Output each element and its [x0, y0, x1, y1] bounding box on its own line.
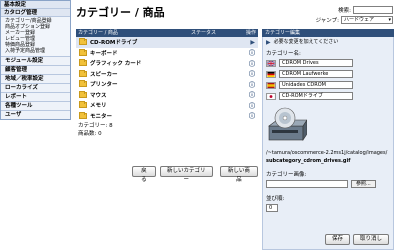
table-header: カテゴリー / 商品 ステータス 操作: [76, 29, 258, 37]
sidebar-item-tools[interactable]: 各種ツール: [1, 101, 70, 110]
jump-row: ジャンプ: ハードウェア: [309, 15, 393, 24]
germany-flag-icon: [266, 70, 276, 78]
table-row[interactable]: モニター ⓘ: [76, 111, 258, 122]
panel-title: カテゴリー編集: [262, 29, 394, 37]
sort-order-label: 並び順:: [266, 196, 285, 202]
table-row[interactable]: CD-ROMドライブ ▶: [76, 37, 258, 48]
info-icon[interactable]: ⓘ: [249, 59, 255, 68]
sidebar-item-users[interactable]: ユーザ: [1, 110, 70, 119]
sidebar-item-locations[interactable]: 地域／税率設定: [1, 74, 70, 83]
table-row[interactable]: メモリ ⓘ: [76, 100, 258, 111]
table-row[interactable]: グラフィック カード ⓘ: [76, 58, 258, 69]
sidebar: 基本設定 カタログ管理 カテゴリー/商品登録 商品オプション登録 メーカー登録 …: [0, 0, 71, 250]
image-file-input[interactable]: [266, 180, 348, 188]
row-label: スピーカー: [90, 71, 118, 78]
folder-icon: [79, 101, 87, 109]
category-name-es-input[interactable]: Unidades CDROM: [279, 81, 353, 89]
jump-label: ジャンプ:: [315, 17, 339, 24]
info-icon[interactable]: ⓘ: [249, 80, 255, 89]
category-table: カテゴリー / 商品 ステータス 操作 CD-ROMドライブ ▶ キーボード ⓘ…: [76, 29, 258, 183]
save-button[interactable]: 保存: [324, 234, 350, 245]
col-status: ステータス: [190, 30, 216, 36]
sidebar-catalog-links: カテゴリー/商品登録 商品オプション登録 メーカー登録 レビュー管理 特価商品登…: [1, 17, 70, 56]
row-label: メモリ: [90, 103, 107, 110]
info-icon[interactable]: ⓘ: [249, 48, 255, 57]
table-row[interactable]: マウス ⓘ: [76, 90, 258, 101]
folder-icon: [79, 69, 87, 77]
category-count: カテゴリー: 8: [78, 123, 113, 129]
jump-select[interactable]: ハードウェア: [341, 15, 393, 24]
row-label: キーボード: [90, 50, 118, 57]
lang-row-uk: CDROM Drives: [266, 58, 390, 68]
cancel-button[interactable]: 取り消し: [352, 234, 389, 245]
sidebar-group-basic[interactable]: 基本設定: [1, 1, 70, 9]
category-name-label: カテゴリー名:: [266, 51, 301, 57]
sort-order-input[interactable]: 0: [266, 204, 278, 212]
sidebar-item-reports[interactable]: レポート: [1, 92, 70, 101]
search-label: 検索:: [338, 7, 351, 14]
table-row[interactable]: スピーカー ⓘ: [76, 69, 258, 80]
image-path: /~tamura/oscommerce-2.2ms1j/catalog/imag…: [266, 150, 388, 156]
page-title: カテゴリー / 商品: [76, 6, 165, 19]
folder-icon: [79, 38, 87, 46]
japan-flag-icon: [266, 92, 276, 100]
info-icon[interactable]: ⓘ: [249, 69, 255, 78]
folder-icon: [79, 80, 87, 88]
panel-note-text: 必要な変更を加えてください: [273, 39, 339, 45]
panel-buttons: 保存 取り消し: [324, 234, 389, 245]
arrow-right-icon[interactable]: ▶: [250, 39, 255, 46]
folder-icon: [79, 48, 87, 56]
row-label: マウス: [90, 92, 107, 99]
lang-row-de: CDROM Laufwerke: [266, 69, 390, 79]
info-icon[interactable]: ⓘ: [249, 111, 255, 120]
edit-panel: カテゴリー編集 ▶ 必要な変更を加えてください カテゴリー名: CDROM Dr…: [262, 29, 394, 250]
image-label: カテゴリー画像:: [266, 172, 307, 178]
product-count: 商品数: 0: [78, 131, 102, 137]
image-file-row: 参照...: [266, 180, 390, 188]
search-input[interactable]: [353, 5, 393, 14]
row-label: CD-ROMドライブ: [90, 40, 138, 47]
sidebar-group-catalog[interactable]: カタログ管理: [1, 9, 70, 17]
info-icon[interactable]: ⓘ: [249, 90, 255, 99]
new-product-button[interactable]: 新しい商品: [219, 166, 258, 183]
category-name-jp-input[interactable]: CD-ROMドライブ: [279, 92, 353, 100]
search-row: 検索:: [309, 5, 393, 14]
row-label: グラフィック カード: [90, 61, 142, 68]
folder-icon: [79, 59, 87, 67]
table-row[interactable]: プリンター ⓘ: [76, 79, 258, 90]
arrow-right-icon: ▶: [266, 39, 271, 46]
sidebar-link-expected[interactable]: 入荷予定商品管理: [1, 48, 70, 54]
back-button[interactable]: 戻る: [132, 166, 156, 183]
col-operation: 操作: [245, 30, 256, 36]
info-icon[interactable]: ⓘ: [249, 101, 255, 110]
col-category: カテゴリー / 商品: [78, 30, 118, 36]
row-label: モニター: [90, 113, 113, 120]
folder-icon: [79, 111, 87, 119]
search-area: 検索: ジャンプ: ハードウェア: [309, 5, 393, 25]
table-buttons: 戻る 新しいカテゴリー 新しい商品: [132, 166, 258, 183]
sidebar-box: 基本設定 カタログ管理 カテゴリー/商品登録 商品オプション登録 メーカー登録 …: [0, 0, 71, 120]
spain-flag-icon: [266, 81, 276, 89]
lang-row-jp: CD-ROMドライブ: [266, 91, 390, 101]
new-category-button[interactable]: 新しいカテゴリー: [159, 166, 213, 183]
sidebar-item-localization[interactable]: ローカライズ: [1, 83, 70, 92]
uk-flag-icon: [266, 59, 276, 67]
sidebar-item-customers[interactable]: 顧客管理: [1, 65, 70, 74]
cdrom-drive-icon: [268, 107, 308, 141]
sidebar-item-modules[interactable]: モジュール設定: [1, 56, 70, 65]
panel-note: ▶ 必要な変更を加えてください: [266, 39, 390, 46]
category-name-en-input[interactable]: CDROM Drives: [279, 59, 353, 67]
table-row[interactable]: キーボード ⓘ: [76, 48, 258, 59]
panel-body: ▶ 必要な変更を加えてください カテゴリー名: CDROM Drives CDR…: [262, 37, 394, 250]
folder-icon: [79, 90, 87, 98]
category-name-de-input[interactable]: CDROM Laufwerke: [279, 70, 353, 78]
image-file: subcategory_cdrom_drives.gif: [266, 158, 351, 164]
row-label: プリンター: [90, 82, 118, 89]
lang-row-es: Unidades CDROM: [266, 80, 390, 90]
browse-button[interactable]: 参照...: [351, 180, 376, 188]
